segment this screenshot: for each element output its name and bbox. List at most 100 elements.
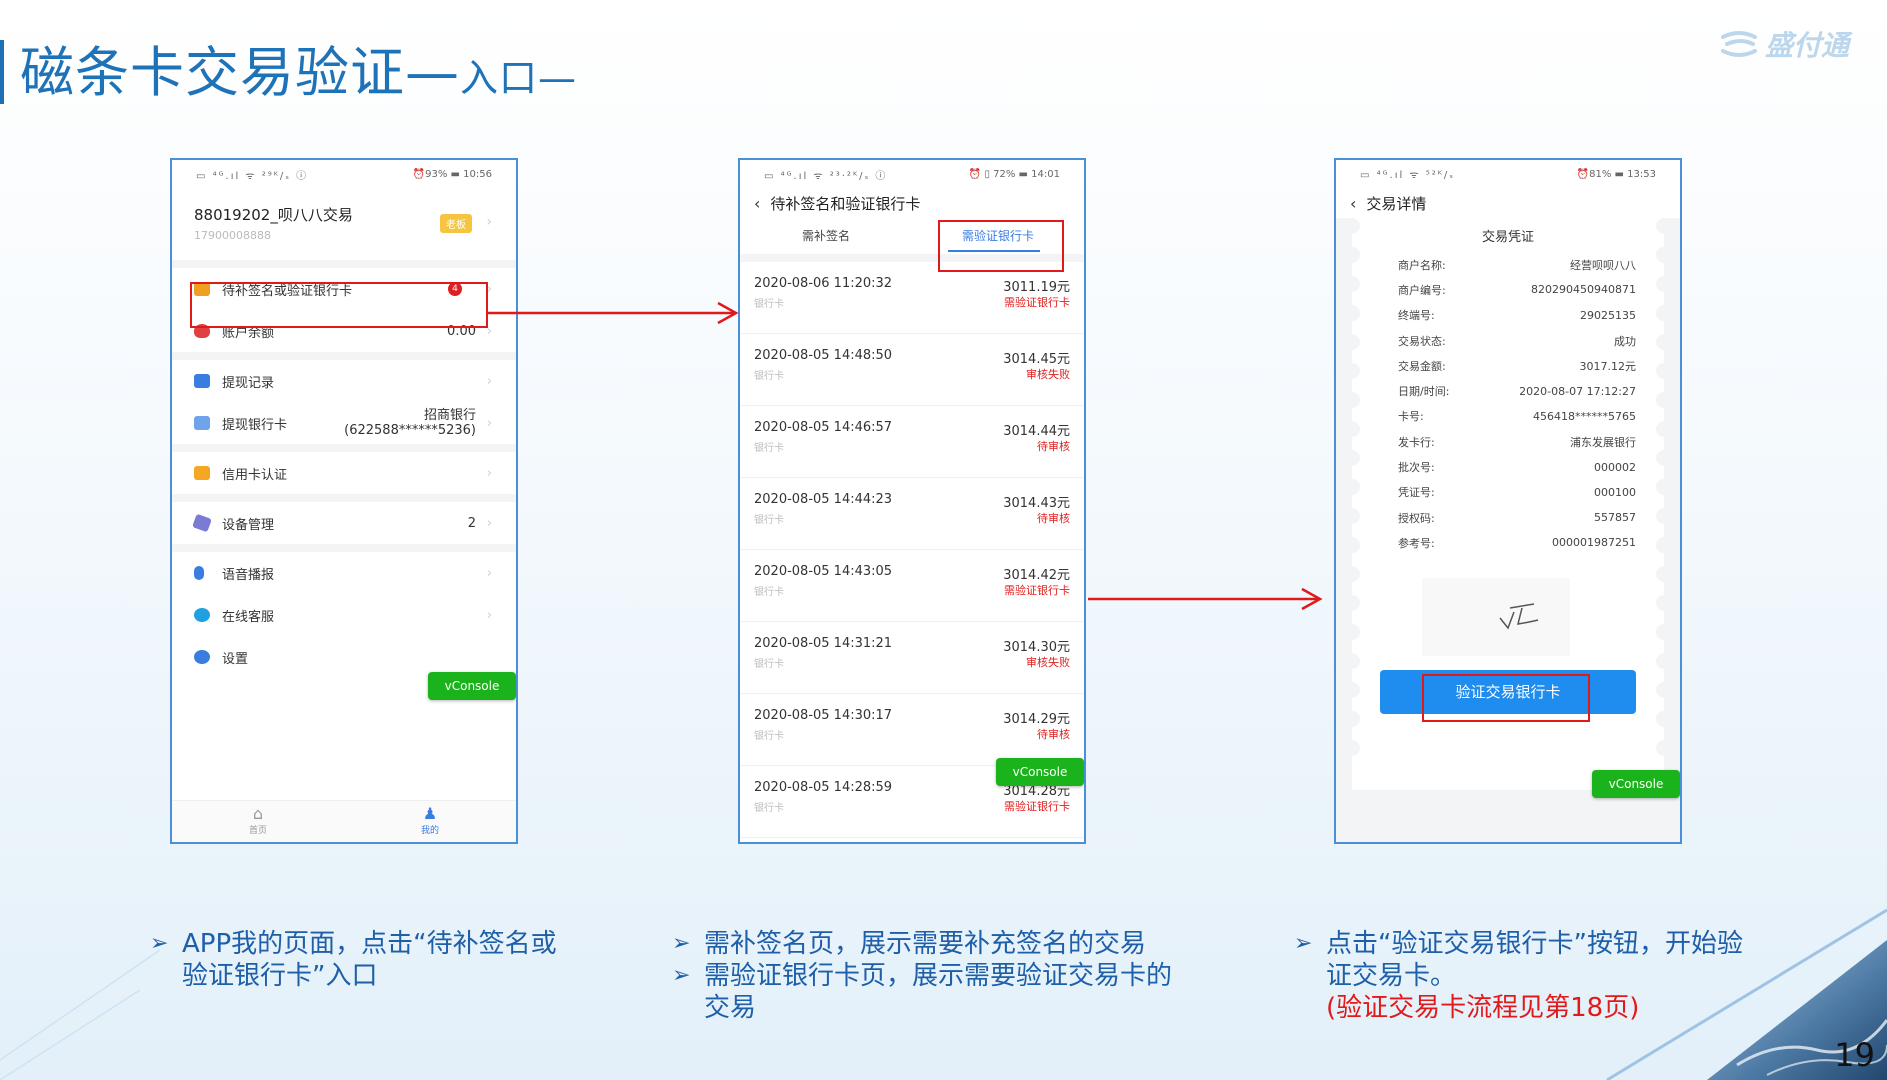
transaction-amount: 3014.45元 (1003, 352, 1070, 367)
chevron-right-icon: › (486, 415, 492, 431)
vconsole-button[interactable]: vConsole (996, 758, 1084, 786)
status-bar: ▭ ⁴ᴳ.ıl ᯤ ⁵²ᴷ/ₛ ⏰81% ▬ 13:53 (1336, 160, 1680, 188)
nav-title: 交易详情 (1366, 194, 1427, 213)
detail-body: 交易凭证 商户名称: 经营呗呗八八 商户编号: 820290450940871 终端号:… (1336, 218, 1680, 842)
navigation-bar: ‹ 待补签名和验证银行卡 (740, 188, 1084, 218)
navigation-bar: ‹ 交易详情 (1336, 188, 1680, 218)
vconsole-button[interactable]: vConsole (1592, 770, 1680, 798)
merchant-role-badge: 老板 (440, 214, 472, 233)
receipt-field-row: 卡号: 456418******5765 (1352, 404, 1664, 429)
receipt-field-value: 经营呗呗八八 (1570, 258, 1636, 272)
transaction-row[interactable]: 2020-08-05 14:30:17 3014.29元 银行卡 待审核 (740, 694, 1084, 766)
signature-image (1422, 578, 1570, 656)
merchant-header[interactable]: 88019202_呗八八交易 17900008888 老板 › (172, 188, 516, 268)
transaction-row[interactable]: 2020-08-05 14:46:57 3014.44元 银行卡 待审核 (740, 406, 1084, 478)
tab-label: 我的 (420, 826, 439, 836)
caption-bullet: 需补签名页，展示需要补充签名的交易 (672, 928, 1192, 960)
receipt-field-row: 终端号: 29025135 (1352, 303, 1664, 328)
transaction-amount: 3011.19元 (1003, 280, 1070, 295)
tab-label: 首页 (248, 826, 267, 836)
vconsole-button[interactable]: vConsole (428, 672, 516, 700)
menu-item-label: 设备管理 (222, 517, 275, 533)
highlight-box-verify-tab (938, 220, 1064, 272)
receipt-field-label: 卡号: (1398, 410, 1424, 424)
signature-scribble (1499, 603, 1539, 630)
receipt-field-value: 557857 (1594, 511, 1636, 525)
transaction-status: 待审核 (1037, 512, 1070, 525)
receipt-field-label: 交易状态: (1398, 334, 1446, 348)
receipt-field-value: 成功 (1614, 334, 1636, 348)
status-left: ▭ ⁴ᴳ.ıl ᯤ ²³·²ᴷ/ₛ ⓘ (764, 170, 888, 182)
chevron-right-icon: › (486, 607, 492, 623)
receipt-field-value: 3017.12元 (1579, 359, 1637, 373)
receipt-field-row: 授权码: 557857 (1352, 505, 1664, 530)
home-icon: ⌂ (252, 804, 264, 823)
card-icon (194, 374, 210, 388)
device-count: 2 (467, 515, 476, 531)
transaction-row[interactable]: 2020-08-05 14:48:50 3014.45元 银行卡 审核失败 (740, 334, 1084, 406)
menu-item-device-management[interactable]: 设备管理 2 › (172, 502, 516, 544)
receipt-field-value: 2020-08-07 17:12:27 (1519, 384, 1636, 398)
page-number: 19 (1834, 1036, 1875, 1074)
menu-item-credit-card-auth[interactable]: 信用卡认证 › (172, 452, 516, 494)
nav-title: 待补签名和验证银行卡 (770, 194, 921, 213)
transaction-row[interactable]: 2020-08-05 14:43:05 3014.42元 银行卡 需验证银行卡 (740, 550, 1084, 622)
receipt-field-label: 交易金额: (1398, 359, 1446, 373)
tab-mine[interactable]: ♟ 我的 (344, 801, 516, 842)
withdraw-card-value: 招商银行 (622588******5236) (344, 408, 476, 438)
transaction-amount: 3014.30元 (1003, 640, 1070, 655)
section-divider (172, 352, 516, 360)
receipt-field-label: 发卡行: (1398, 435, 1435, 449)
receipt-field-row: 发卡行: 浦东发展银行 (1352, 429, 1664, 454)
menu-item-label: 信用卡认证 (222, 467, 288, 483)
slide-title-main: 磁条卡交易验证— (20, 41, 460, 104)
bank-card-icon (194, 416, 210, 430)
transaction-amount: 3014.29元 (1003, 712, 1070, 727)
menu-item-withdraw-card[interactable]: 提现银行卡 招商银行 (622588******5236) › (172, 402, 516, 444)
receipt-field-label: 凭证号: (1398, 486, 1435, 500)
tab-home[interactable]: ⌂ 首页 (172, 801, 344, 842)
transaction-amount: 3014.43元 (1003, 496, 1070, 511)
transaction-amount: 3014.42元 (1003, 568, 1070, 583)
receipt-field-label: 商户编号: (1398, 283, 1446, 297)
chevron-right-icon: › (486, 465, 492, 481)
transaction-row[interactable]: 2020-08-05 14:31:21 3014.30元 银行卡 审核失败 (740, 622, 1084, 694)
transaction-card-type: 银行卡 (754, 731, 784, 742)
transaction-list: 2020-08-06 11:20:32 3011.19元 银行卡 需验证银行卡 2020… (740, 262, 1084, 838)
receipt-field-row: 交易金额: 3017.12元 (1352, 353, 1664, 378)
receipt-field-value: 浦东发展银行 (1570, 435, 1636, 449)
menu-item-label: 在线客服 (222, 609, 275, 625)
receipt-field-value: 000001987251 (1552, 536, 1636, 550)
menu-item-voice-broadcast[interactable]: 语音播报 › (172, 552, 516, 594)
receipt-field-label: 授权码: (1398, 511, 1435, 525)
transaction-status: 待审核 (1037, 440, 1070, 453)
caption-step-1: APP我的页面，点击“待补签名或验证银行卡”入口 (150, 928, 570, 992)
logo-text: 盛付通 (1764, 29, 1849, 62)
transaction-status: 审核失败 (1026, 368, 1070, 381)
credit-card-icon (194, 466, 210, 480)
status-bar: ▭ ⁴ᴳ.ıl ᯤ ²³·²ᴷ/ₛ ⓘ ⏰ ▯ 72% ▬ 14:01 (740, 160, 1084, 188)
user-icon: ♟ (422, 804, 438, 823)
tab-need-signature[interactable]: 需补签名 (740, 218, 912, 254)
menu-item-label: 语音播报 (222, 567, 275, 583)
transaction-row[interactable]: 2020-08-05 14:44:23 3014.43元 银行卡 待审核 (740, 478, 1084, 550)
slide-title-sub: 入口— (460, 56, 578, 100)
back-arrow-icon[interactable]: ‹ (754, 194, 760, 213)
caption-bullet: APP我的页面，点击“待补签名或验证银行卡”入口 (150, 928, 570, 992)
receipt-field-row: 批次号: 000002 (1352, 454, 1664, 479)
menu-item-online-support[interactable]: 在线客服 › (172, 594, 516, 636)
receipt-field-label: 商户名称: (1398, 258, 1446, 272)
receipt-field-label: 批次号: (1398, 461, 1435, 475)
section-divider (172, 444, 516, 452)
transaction-status: 需验证银行卡 (1004, 800, 1070, 813)
receipt-perforation (1656, 218, 1672, 790)
back-arrow-icon[interactable]: ‹ (1350, 194, 1356, 213)
menu-item-withdraw-records[interactable]: 提现记录 › (172, 360, 516, 402)
status-bar: ▭ ⁴ᴳ.ıl ᯤ ²⁹ᴷ/ₛ ⓘ ⏰93% ▬ 10:56 (172, 160, 516, 188)
caption-bullet: 需验证银行卡页，展示需要验证交易卡的交易 (672, 960, 1192, 1024)
brand-logo: 盛付通 (1719, 24, 1849, 64)
transaction-row[interactable]: 2020-08-06 11:20:32 3011.19元 银行卡 需验证银行卡 (740, 262, 1084, 334)
receipt-field-row: 参考号: 000001987251 (1352, 530, 1664, 555)
chevron-right-icon: › (486, 515, 492, 531)
receipt-field-label: 参考号: (1398, 536, 1435, 550)
